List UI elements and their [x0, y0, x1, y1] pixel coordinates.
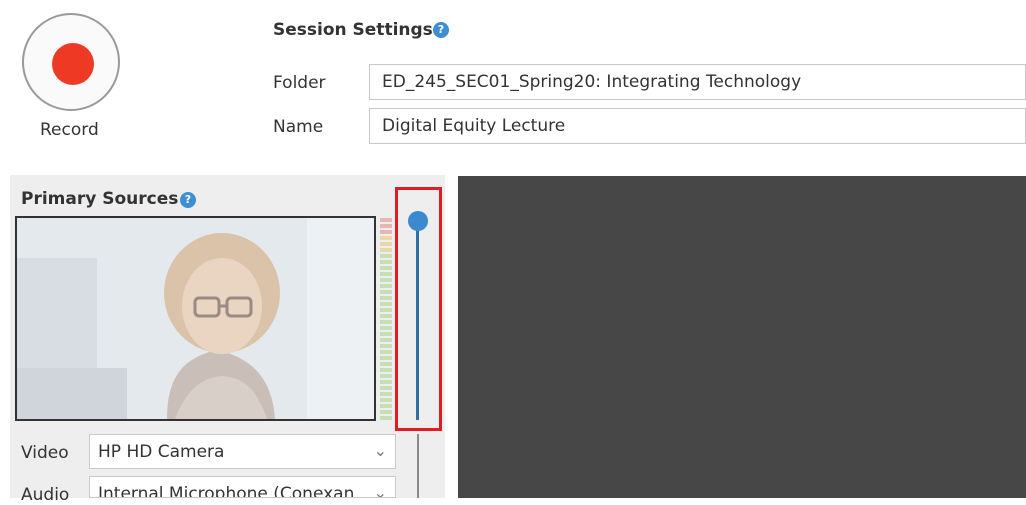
volume-slider-track[interactable]: [416, 220, 419, 420]
camera-preview: [15, 216, 376, 421]
camera-preview-image: [17, 218, 374, 419]
secondary-preview-area: [458, 176, 1026, 498]
audio-select-value: Internal Microphone (Conexan: [98, 484, 355, 498]
help-icon[interactable]: ?: [180, 192, 196, 208]
video-select[interactable]: HP HD Camera ⌄: [89, 434, 396, 469]
video-select-value: HP HD Camera: [98, 442, 225, 462]
primary-sources-title: Primary Sources: [21, 189, 179, 209]
audio-level-meter: [380, 218, 392, 420]
folder-label: Folder: [273, 73, 326, 93]
divider: [417, 434, 419, 498]
session-settings-title: Session Settings: [273, 20, 433, 40]
chevron-down-icon: ⌄: [373, 441, 387, 460]
record-icon: [52, 43, 94, 85]
folder-field[interactable]: ED_245_SEC01_Spring20: Integrating Techn…: [369, 64, 1026, 100]
record-label: Record: [40, 120, 99, 140]
audio-select[interactable]: Internal Microphone (Conexan ⌄: [89, 476, 396, 498]
name-label: Name: [273, 117, 324, 137]
record-button[interactable]: [22, 13, 120, 111]
chevron-down-icon: ⌄: [373, 483, 387, 498]
help-icon[interactable]: ?: [433, 22, 449, 38]
volume-slider-handle[interactable]: [408, 211, 428, 231]
name-field[interactable]: Digital Equity Lecture: [369, 108, 1026, 144]
video-label: Video: [21, 443, 69, 463]
audio-label: Audio: [21, 485, 70, 505]
